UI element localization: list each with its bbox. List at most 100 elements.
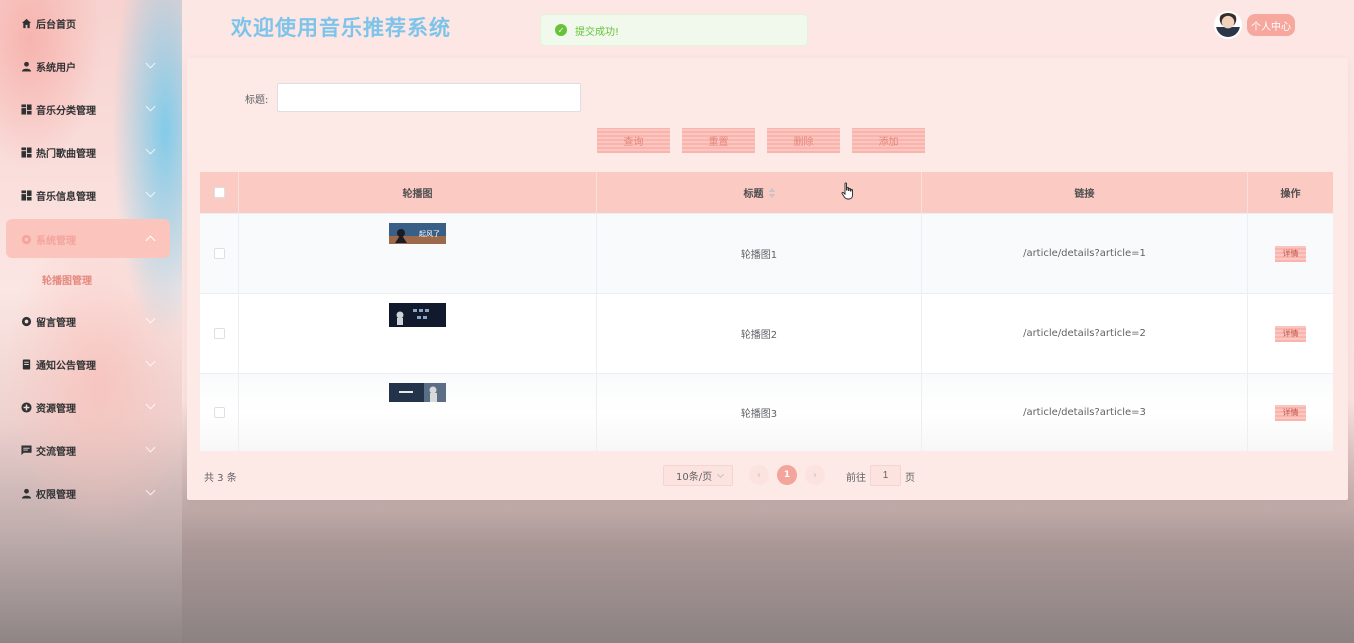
sidebar-item-hot-songs[interactable]: 热门歌曲管理 (20, 142, 170, 162)
image-cell: 起风了 (239, 214, 597, 293)
sidebar-item-label: 通知公告管理 (36, 360, 96, 372)
column-header-action: 操作 (1280, 189, 1301, 200)
title-search-label: 标题: (245, 95, 269, 106)
chevron-down-icon (145, 442, 156, 453)
title-cell: 轮播图3 (597, 374, 922, 451)
sidebar-item-music-category[interactable]: 音乐分类管理 (20, 99, 170, 119)
column-header-image: 轮播图 (239, 172, 597, 213)
chevron-down-icon (145, 485, 156, 496)
grid-icon (20, 103, 32, 115)
sidebar-item-exchange[interactable]: 交流管理 (20, 440, 170, 460)
chevron-down-icon (145, 58, 156, 69)
toast-message: 提交成功! (575, 26, 620, 38)
link-cell: /article/details?article=2 (922, 294, 1248, 373)
sidebar-item-label: 留言管理 (36, 317, 76, 329)
data-table: 轮播图 标题 链接 操作 起风了 轮播图1 /article/details?a… (200, 172, 1333, 451)
sidebar-item-label: 系统用户 (36, 62, 76, 74)
column-header-title[interactable]: 标题 (597, 172, 922, 213)
sidebar-item-label: 交流管理 (36, 446, 76, 458)
sidebar-item-resources[interactable]: 资源管理 (20, 397, 170, 417)
sidebar-item-label: 系统管理 (36, 235, 76, 247)
query-button[interactable]: 查询 (597, 128, 670, 153)
sidebar-item-permissions[interactable]: 权限管理 (20, 483, 170, 503)
sidebar-item-system-management[interactable]: 系统管理 (20, 229, 170, 249)
grid-icon (20, 146, 32, 158)
user-icon (20, 60, 32, 72)
row-checkbox[interactable] (213, 407, 225, 418)
sidebar-item-label: 音乐信息管理 (36, 191, 96, 203)
reset-button[interactable]: 重置 (682, 128, 755, 153)
detail-button[interactable]: 详情 (1275, 404, 1306, 421)
carousel-thumbnail (389, 383, 446, 402)
table-header: 轮播图 标题 链接 操作 (200, 172, 1333, 213)
image-cell (239, 374, 597, 451)
next-page-button[interactable]: › (805, 465, 825, 485)
row-checkbox-cell (200, 294, 239, 373)
user-center-button[interactable]: 个人中心 (1247, 14, 1295, 36)
carousel-thumbnail: 起风了 (389, 223, 446, 244)
page-size-value: 10条/页 (676, 472, 713, 483)
check-circle-icon: ✓ (555, 24, 567, 36)
link-cell: /article/details?article=1 (922, 214, 1248, 293)
sidebar-item-system-users[interactable]: 系统用户 (20, 56, 170, 76)
sort-icon[interactable] (768, 187, 775, 199)
page-title: 欢迎使用音乐推荐系统 (231, 16, 451, 40)
add-button[interactable]: 添加 (852, 128, 925, 153)
select-all-checkbox[interactable] (213, 187, 225, 198)
hand-cursor-icon (841, 182, 853, 200)
title-cell: 轮播图1 (597, 214, 922, 293)
action-cell: 详情 (1248, 294, 1333, 373)
chevron-down-icon (145, 313, 156, 324)
title-cell: 轮播图2 (597, 294, 922, 373)
pagination-total: 共 3 条 (204, 473, 237, 484)
sidebar-item-notices[interactable]: 通知公告管理 (20, 354, 170, 374)
sidebar-item-messages[interactable]: 留言管理 (20, 311, 170, 331)
chevron-right-icon: › (813, 469, 817, 481)
row-checkbox-cell (200, 374, 239, 451)
column-header-link: 链接 (922, 172, 1248, 213)
goto-label: 前往 (846, 473, 866, 484)
prev-page-button[interactable]: ‹ (749, 465, 769, 485)
chevron-down-icon (145, 187, 156, 198)
detail-button[interactable]: 详情 (1275, 245, 1306, 262)
plus-circle-icon (20, 401, 32, 413)
chevron-up-icon (145, 235, 156, 246)
table-row: 轮播图3 /article/details?article=3 详情 (200, 373, 1333, 451)
page-size-select[interactable]: 10条/页 (663, 465, 733, 486)
chevron-left-icon: ‹ (757, 469, 761, 481)
user-icon (20, 487, 32, 499)
sidebar-item-music-info[interactable]: 音乐信息管理 (20, 185, 170, 205)
chevron-down-icon (145, 101, 156, 112)
sidebar-item-label: 权限管理 (36, 489, 76, 501)
chevron-down-icon (145, 356, 156, 367)
sidebar-item-label: 音乐分类管理 (36, 105, 96, 117)
sidebar-subitem-carousel[interactable]: 轮播图管理 (42, 272, 92, 287)
detail-button[interactable]: 详情 (1275, 325, 1306, 342)
sidebar-item-label: 资源管理 (36, 403, 76, 415)
page-unit-label: 页 (905, 473, 915, 484)
goto-page-input[interactable] (870, 465, 901, 486)
link-cell: /article/details?article=3 (922, 374, 1248, 451)
action-cell: 详情 (1248, 374, 1333, 451)
thumbnail-caption: 起风了 (419, 230, 440, 238)
sidebar-item-home[interactable]: 后台首页 (20, 13, 170, 33)
document-icon (20, 358, 32, 370)
success-toast: ✓ 提交成功! (540, 14, 808, 46)
sidebar-item-label: 热门歌曲管理 (36, 148, 96, 160)
title-search-input[interactable] (277, 83, 581, 112)
chevron-down-icon (716, 470, 725, 479)
table-row: 起风了 轮播图1 /article/details?article=1 详情 (200, 213, 1333, 293)
delete-button[interactable]: 删除 (767, 128, 840, 153)
action-cell: 详情 (1248, 214, 1333, 293)
gear-icon (20, 233, 32, 245)
row-checkbox[interactable] (213, 328, 225, 339)
chat-icon (20, 444, 32, 456)
chevron-down-icon (145, 144, 156, 155)
current-page[interactable]: 1 (777, 465, 797, 485)
image-cell (239, 294, 597, 373)
carousel-thumbnail (389, 303, 446, 327)
row-checkbox[interactable] (213, 248, 225, 259)
avatar[interactable] (1214, 11, 1242, 39)
column-header-title-label: 标题 (743, 189, 764, 200)
chevron-down-icon (145, 399, 156, 410)
